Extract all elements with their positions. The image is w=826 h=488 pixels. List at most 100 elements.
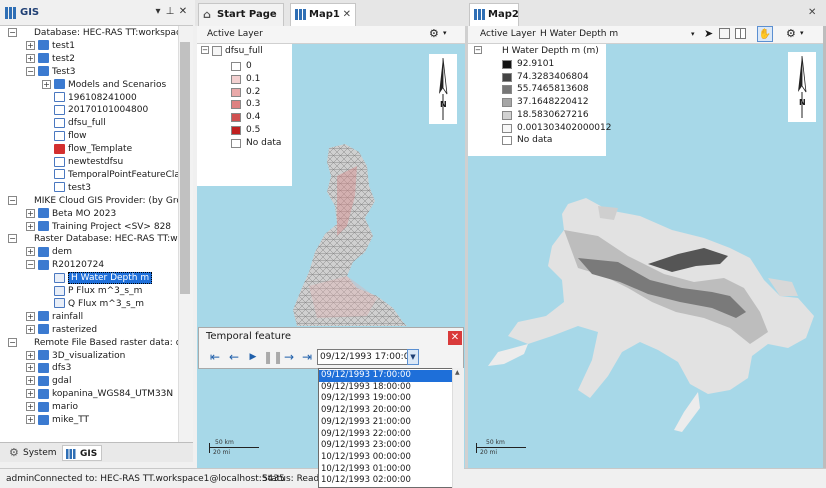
layer-icon: [54, 182, 65, 193]
grid-icon[interactable]: [735, 28, 746, 39]
tree-item[interactable]: − R20120724: [26, 259, 104, 272]
active-layer-select[interactable]: H Water Depth m: [540, 29, 700, 39]
tree-item[interactable]: − Remote File Based raster data: d: [8, 337, 178, 350]
tree-item[interactable]: 20170101004800: [42, 104, 148, 117]
collapse-icon[interactable]: −: [8, 234, 17, 244]
tree-item[interactable]: + test1: [26, 40, 75, 53]
timestep-option[interactable]: 09/12/1993 23:00:00: [319, 440, 453, 452]
expand-icon[interactable]: +: [26, 389, 35, 399]
expand-icon[interactable]: +: [26, 415, 35, 424]
tree-item[interactable]: − Raster Database: HEC-RAS TT:wo: [8, 233, 178, 246]
next-step-icon[interactable]: →: [282, 350, 296, 364]
play-icon[interactable]: ▶: [246, 350, 260, 364]
timestep-option[interactable]: 09/12/1993 20:00:00: [319, 405, 453, 417]
last-step-icon[interactable]: ⇥: [300, 350, 314, 364]
tree-item-label: MIKE Cloud GIS Provider: (by Gro: [34, 195, 178, 206]
pin-icon[interactable]: ⊥: [164, 6, 176, 18]
expand-icon[interactable]: +: [26, 350, 35, 360]
close-icon[interactable]: ✕: [808, 7, 816, 18]
map2-toolbar: Active Layer H Water Depth m ▾ ➤ ✋ ⚙ ▾: [468, 26, 826, 44]
close-icon[interactable]: ✕: [177, 6, 189, 18]
tree-item[interactable]: dfsu_full: [42, 117, 106, 130]
tree-item[interactable]: test3: [42, 182, 91, 195]
collapse-icon[interactable]: −: [8, 337, 17, 347]
expand-icon[interactable]: +: [26, 247, 35, 257]
tree-item[interactable]: + dfs3: [26, 362, 71, 375]
timestep-option[interactable]: 10/12/1993 00:00:00: [319, 452, 453, 464]
timestep-option[interactable]: 10/12/1993 02:00:00: [319, 475, 453, 487]
expand-icon[interactable]: +: [26, 53, 35, 63]
tree-item[interactable]: − MIKE Cloud GIS Provider: (by Gro: [8, 195, 178, 208]
tree-item[interactable]: TemporalPointFeatureCla: [42, 169, 178, 182]
tree-item[interactable]: + test2: [26, 53, 75, 66]
expand-icon[interactable]: +: [26, 311, 35, 321]
map-tools-icon[interactable]: ⚙: [429, 27, 439, 40]
scroll-up-icon[interactable]: ▲: [455, 369, 460, 376]
tree-item[interactable]: +3D_visualization: [26, 350, 125, 363]
dropdown-scrollbar[interactable]: ▲: [452, 368, 464, 488]
tab-map2[interactable]: Map2: [469, 3, 519, 26]
tree-item[interactable]: H Water Depth m: [42, 272, 153, 285]
tree-item[interactable]: + gdal: [26, 375, 71, 388]
expand-icon[interactable]: +: [26, 221, 35, 231]
timestep-option[interactable]: 09/12/1993 22:00:00: [319, 429, 453, 441]
tree-item[interactable]: + rasterized: [26, 324, 97, 337]
close-icon[interactable]: ✕: [448, 331, 462, 345]
timestep-option[interactable]: 09/12/1993 18:00:00: [319, 382, 453, 394]
expand-icon[interactable]: +: [26, 324, 35, 334]
timestep-option[interactable]: 10/12/1993 01:00:00: [319, 464, 453, 476]
timestep-option[interactable]: 09/12/1993 21:00:00: [319, 417, 453, 429]
tree-item[interactable]: + dem: [26, 246, 72, 259]
collapse-icon[interactable]: −: [26, 66, 35, 76]
tree-item[interactable]: + mario: [26, 401, 78, 414]
timestep-option[interactable]: 09/12/1993 19:00:00: [319, 393, 453, 405]
first-step-icon[interactable]: ⇤: [208, 350, 222, 364]
dropdown-icon[interactable]: ▾: [152, 6, 164, 18]
tree-item[interactable]: P Flux m^3_s_m: [42, 285, 142, 298]
expand-icon[interactable]: +: [26, 40, 35, 50]
pause-icon[interactable]: ❚❚: [263, 350, 283, 364]
chevron-down-icon[interactable]: ▼: [407, 349, 419, 365]
expand-icon[interactable]: +: [26, 208, 35, 218]
tree-item[interactable]: + mike_TT: [26, 414, 89, 427]
collapse-icon[interactable]: −: [201, 46, 209, 54]
tree-item[interactable]: flow_Template: [42, 143, 132, 156]
map-tools-icon[interactable]: ⚙: [786, 27, 796, 40]
collapse-icon[interactable]: −: [8, 28, 17, 37]
tab-map1[interactable]: Map1 ✕: [290, 3, 356, 26]
tree-item[interactable]: − Test3: [26, 66, 75, 79]
previous-step-icon[interactable]: ←: [227, 350, 241, 364]
tab-start-page[interactable]: ⌂ Start Page: [198, 3, 284, 26]
select-rect-icon[interactable]: [719, 28, 730, 39]
tree-scrollbar-thumb[interactable]: [180, 42, 190, 294]
tree-item[interactable]: Q Flux m^3_s_m: [42, 298, 144, 311]
expand-icon[interactable]: +: [26, 376, 35, 386]
collapse-icon[interactable]: −: [26, 260, 35, 270]
tree-item[interactable]: flow: [42, 130, 87, 143]
collapse-icon[interactable]: −: [8, 195, 17, 205]
expand-icon[interactable]: +: [26, 402, 35, 412]
tab-gis[interactable]: GIS: [62, 445, 102, 461]
collapse-icon[interactable]: −: [474, 46, 482, 54]
pointer-icon[interactable]: ➤: [704, 27, 713, 40]
tree-item[interactable]: + Beta MO 2023: [26, 208, 116, 221]
expand-icon[interactable]: +: [26, 363, 35, 373]
tree-item[interactable]: − Database: HEC-RAS TT:workspac•: [8, 27, 178, 40]
tab-system[interactable]: ⚙ System: [6, 445, 60, 461]
map2-active-layer-label: Active Layer: [480, 29, 536, 39]
map2-canvas[interactable]: Active Layer H Water Depth m ▾ ➤ ✋ ⚙ ▾ −…: [468, 26, 826, 468]
timestep-select[interactable]: 09/12/1993 17:00:0: [317, 349, 415, 365]
tree-item[interactable]: + rainfall: [26, 311, 83, 324]
timestep-option[interactable]: 09/12/1993 17:00:00: [319, 370, 453, 382]
chevron-down-icon[interactable]: ▾: [800, 29, 804, 37]
close-tab-icon[interactable]: ✕: [343, 4, 351, 25]
tree-item[interactable]: newtestdfsu: [42, 156, 123, 169]
tree-item[interactable]: + kopanina_WGS84_UTM33N: [26, 388, 173, 401]
tree-item[interactable]: + Models and Scenarios: [42, 79, 166, 92]
chevron-down-icon[interactable]: ▾: [443, 29, 447, 37]
chevron-down-icon[interactable]: ▾: [691, 30, 695, 38]
expand-icon[interactable]: +: [42, 79, 51, 89]
tree-item[interactable]: 196108241000: [42, 92, 137, 105]
pan-hand-icon[interactable]: ✋: [757, 26, 773, 42]
tree-item[interactable]: + Training Project <SV> 828: [26, 221, 171, 234]
